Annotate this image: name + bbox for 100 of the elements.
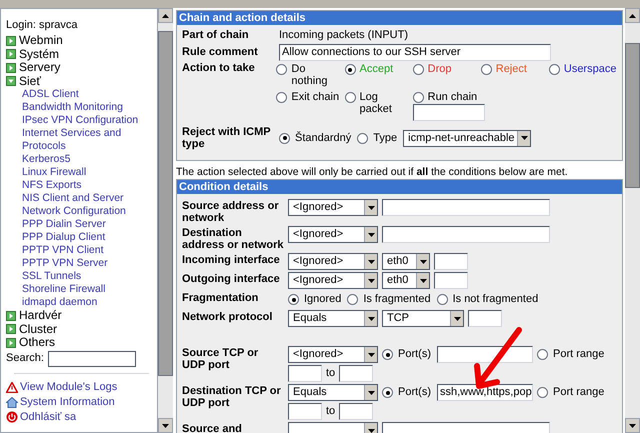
input-field[interactable] [382, 199, 550, 216]
input-field[interactable]: Allow connections to our SSH server [279, 44, 551, 60]
radio-button[interactable] [347, 294, 358, 305]
category-link[interactable]: Sieť [19, 74, 41, 88]
radio-button[interactable] [480, 64, 492, 75]
module-link[interactable]: PPTP VPN Client [6, 244, 157, 257]
category-link[interactable]: Hardvér [19, 309, 62, 322]
module-link[interactable]: ADSL Client [6, 88, 157, 101]
radio-button[interactable] [537, 349, 548, 360]
option-label: Exit chain [291, 91, 340, 103]
option-label: Is fragmented [363, 292, 431, 308]
search-label: Search: [6, 352, 44, 365]
input-field[interactable] [434, 272, 468, 289]
to-label: to [326, 366, 336, 382]
expand-icon[interactable] [6, 62, 16, 73]
field-label: Fragmentation [182, 291, 260, 304]
module-link[interactable]: PPP Dialin Server [6, 218, 157, 231]
module-link[interactable]: Shoreline Firewall [6, 283, 157, 296]
input-field[interactable]: ssh,www,https,pop [437, 384, 533, 401]
module-link[interactable]: NFS Exports [6, 179, 157, 192]
input-field[interactable] [434, 253, 468, 270]
dropdown[interactable]: eth0 [382, 253, 430, 270]
to-label: to [326, 404, 336, 420]
dropdown[interactable]: <Ignored> [288, 226, 378, 243]
condition-note: The action selected above will only be carried out if all the conditions below are met. [176, 166, 569, 178]
input-field[interactable] [339, 365, 374, 382]
sidebar-link[interactable]: Odhlásiť sa [20, 410, 76, 424]
scroll-down-icon[interactable] [629, 424, 636, 428]
radio-button[interactable] [412, 64, 424, 75]
input-field[interactable] [339, 403, 374, 420]
option-label: Run chain [428, 91, 478, 103]
dropdown[interactable]: <Ignored> [288, 199, 378, 216]
dropdown[interactable]: Equals [288, 384, 378, 401]
input-field[interactable] [437, 346, 533, 363]
expand-icon[interactable] [6, 49, 16, 60]
radio-button[interactable] [276, 64, 288, 75]
scroll-down-icon[interactable] [162, 424, 169, 428]
field-label: Incoming interface [182, 253, 281, 266]
category-link[interactable]: Servery [19, 61, 60, 74]
dropdown[interactable]: <Ignored> [288, 272, 378, 289]
field-label: Network protocol [182, 310, 274, 323]
field-label: Rule comment [182, 46, 259, 58]
category-link[interactable]: Webmin [19, 34, 63, 48]
category-link[interactable]: Others [19, 336, 56, 350]
dropdown[interactable]: TCP [382, 310, 464, 327]
expand-icon[interactable] [6, 338, 16, 348]
option-label: Štandardný [295, 130, 352, 146]
module-link[interactable]: Kerberos5 [6, 153, 157, 166]
dropdown[interactable]: icmp-net-unreachable [403, 130, 532, 146]
scrollbar[interactable] [158, 8, 173, 433]
scroll-up-icon[interactable] [162, 14, 169, 18]
dropdown[interactable]: eth0 [382, 272, 430, 289]
expand-icon[interactable] [6, 324, 16, 334]
radio-button[interactable] [537, 387, 548, 398]
module-link[interactable]: PPP Dialup Client [6, 231, 157, 244]
scroll-up-icon[interactable] [629, 14, 636, 18]
module-link[interactable]: Internet Services and Protocols [6, 127, 157, 153]
field-label: Destination TCP or UDP port [182, 384, 282, 409]
module-link[interactable]: Linux Firewall [6, 166, 157, 179]
radio-button[interactable] [288, 294, 299, 305]
sidebar-link[interactable]: System Information [20, 396, 115, 408]
collapse-icon[interactable] [6, 76, 16, 86]
input-field[interactable] [382, 226, 550, 243]
radio-button[interactable] [344, 92, 356, 103]
search-field[interactable] [48, 350, 136, 366]
option-label: Port(s) [398, 385, 431, 400]
input-field[interactable] [412, 104, 485, 121]
input-field[interactable] [288, 403, 322, 420]
radio-button[interactable] [276, 92, 288, 103]
option-label: Type [373, 130, 398, 146]
module-link[interactable]: NIS Client and Server [6, 192, 157, 205]
expand-icon[interactable] [6, 36, 16, 46]
category-link[interactable]: Cluster [19, 322, 58, 336]
module-link[interactable]: Bandwidth Monitoring [6, 101, 157, 114]
expand-icon[interactable] [6, 310, 16, 321]
module-link[interactable]: idmapd daemon [6, 296, 157, 309]
input-field[interactable] [468, 310, 502, 327]
radio-button[interactable] [548, 64, 560, 75]
option-label: Accept [360, 63, 394, 75]
module-link[interactable]: Network Configuration [6, 205, 157, 218]
module-link[interactable]: PPTP VPN Server [6, 257, 157, 270]
radio-button[interactable] [382, 349, 393, 360]
radio-button[interactable] [279, 132, 290, 144]
radio-button[interactable] [436, 294, 448, 305]
dropdown[interactable]: <Ignored> [288, 253, 378, 270]
dropdown[interactable]: <Ignored> [288, 346, 378, 363]
field-label: Reject with ICMP type [182, 126, 272, 150]
scrollbar[interactable] [625, 8, 640, 433]
radio-button[interactable] [412, 92, 424, 103]
module-link[interactable]: SSL Tunnels [6, 270, 157, 283]
radio-button[interactable] [357, 132, 368, 144]
radio-button[interactable] [344, 64, 356, 75]
radio-button[interactable] [382, 387, 393, 398]
module-link[interactable]: IPsec VPN Configuration [6, 114, 157, 127]
input-field[interactable] [288, 365, 322, 382]
category-link[interactable]: Systém [19, 48, 60, 61]
option-label: Reject [496, 63, 527, 75]
dropdown[interactable]: Equals [288, 310, 378, 327]
sidebar-link[interactable]: View Module's Logs [20, 380, 118, 394]
field-label: Source and [182, 422, 243, 433]
